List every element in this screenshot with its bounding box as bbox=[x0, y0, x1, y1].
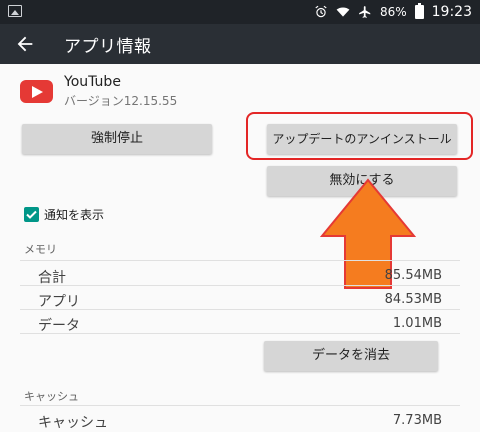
memory-total-value: 85.54MB bbox=[384, 268, 442, 283]
divider bbox=[20, 333, 460, 334]
youtube-icon bbox=[20, 80, 53, 103]
app-bar: アプリ情報 bbox=[0, 24, 480, 64]
cache-value: 7.73MB bbox=[392, 413, 442, 428]
wifi-icon bbox=[336, 7, 350, 17]
alarm-icon bbox=[315, 5, 327, 18]
clear-data-button[interactable]: データを消去 bbox=[264, 341, 438, 371]
check-icon bbox=[26, 210, 37, 219]
memory-app-value: 84.53MB bbox=[384, 292, 442, 307]
memory-header: メモリ bbox=[24, 243, 57, 256]
app-version: バージョン12.15.55 bbox=[64, 94, 178, 108]
divider bbox=[20, 405, 460, 406]
cache-header: キャッシュ bbox=[24, 390, 79, 403]
status-bar: 86% 19:23 bbox=[0, 0, 480, 24]
divider bbox=[20, 285, 460, 286]
memory-data-label: データ bbox=[38, 318, 80, 334]
image-notification-icon bbox=[8, 5, 22, 17]
clock: 19:23 bbox=[431, 4, 472, 20]
cache-label: キャッシュ bbox=[38, 415, 108, 431]
divider bbox=[20, 309, 460, 310]
memory-app-label: アプリ bbox=[38, 294, 80, 310]
airplane-mode-icon bbox=[359, 6, 371, 18]
memory-total-label: 合計 bbox=[38, 270, 66, 286]
notifications-checkbox[interactable] bbox=[24, 207, 39, 222]
app-name: YouTube bbox=[64, 74, 121, 90]
page-title: アプリ情報 bbox=[64, 37, 152, 57]
highlight-box bbox=[246, 112, 473, 160]
notifications-label[interactable]: 通知を表示 bbox=[44, 206, 104, 223]
memory-data-value: 1.01MB bbox=[392, 316, 442, 331]
force-stop-button[interactable]: 強制停止 bbox=[22, 124, 212, 154]
battery-icon bbox=[414, 3, 424, 19]
battery-percent: 86% bbox=[379, 5, 407, 19]
status-icons: 86% 19:23 bbox=[314, 3, 472, 21]
back-arrow-icon[interactable] bbox=[14, 33, 36, 55]
divider bbox=[20, 260, 460, 261]
